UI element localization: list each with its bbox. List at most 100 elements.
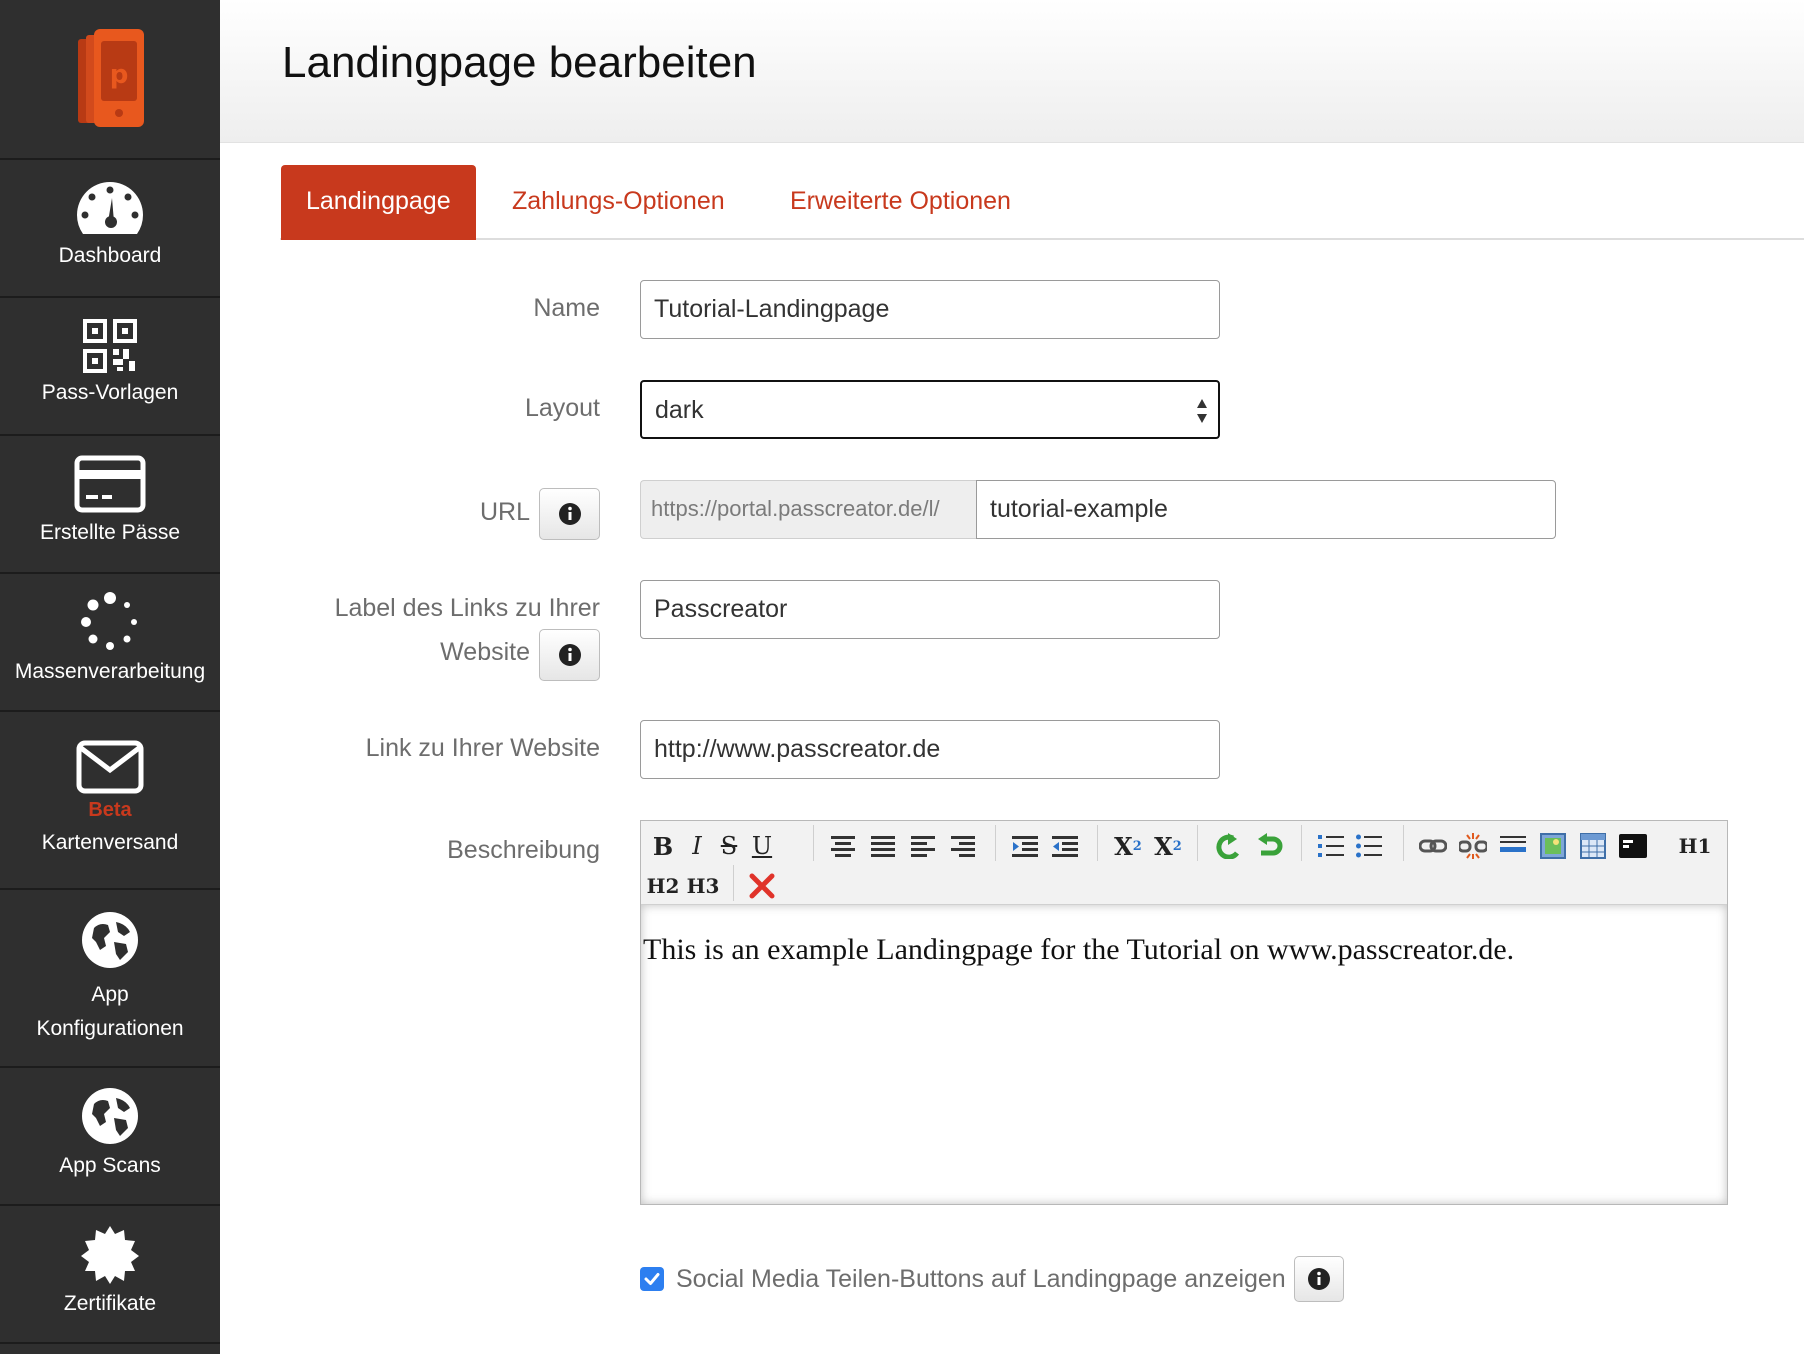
ordered-list-icon (1318, 835, 1344, 857)
qr-code-icon (83, 319, 137, 373)
html-source-button[interactable] (1617, 829, 1649, 863)
info-icon (1307, 1268, 1330, 1290)
layout-select[interactable]: dark (640, 380, 1220, 439)
align-center-icon (831, 836, 855, 857)
unlink-button[interactable] (1457, 829, 1489, 863)
url-input[interactable]: tutorial-example (976, 480, 1556, 539)
toolbar-separator (1301, 825, 1302, 861)
passcreator-logo-icon: p (78, 29, 144, 127)
heading-1-button[interactable]: H1 (1675, 829, 1715, 863)
info-icon (558, 644, 581, 666)
social-media-checkbox[interactable] (640, 1267, 664, 1291)
description-label: Beschreibung (447, 836, 600, 864)
envelope-icon (76, 740, 144, 794)
sidebar-item-pass-vorlagen[interactable]: Pass-Vorlagen (0, 298, 220, 436)
ordered-list-button[interactable] (1315, 829, 1347, 863)
redo-button[interactable] (1253, 829, 1285, 863)
link-button[interactable] (1417, 829, 1449, 863)
social-media-option: Social Media Teilen-Buttons auf Landingp… (640, 1256, 1344, 1302)
card-icon (74, 455, 146, 513)
align-left-icon (911, 836, 935, 857)
sidebar-item-label-line2: Konfigurationen (36, 1017, 184, 1040)
sidebar-item-erstellte-paesse[interactable]: Erstellte Pässe (0, 436, 220, 574)
sidebar-item-massenverarbeitung[interactable]: Massenverarbeitung (0, 574, 220, 712)
indent-icon (1012, 836, 1038, 857)
toolbar-separator (1197, 825, 1198, 861)
spinner-icon (81, 592, 137, 650)
sidebar-item-app-konfigurationen[interactable]: App Konfigurationen (0, 890, 220, 1068)
table-icon (1580, 833, 1606, 859)
dashboard-icon (76, 182, 144, 234)
website-label: Link zu Ihrer Website (365, 734, 600, 762)
sidebar-item-label: App (91, 983, 129, 1006)
rich-text-editor: B I S U X2 X2 H1 H2 H3 This is an exampl… (640, 820, 1728, 1205)
strikethrough-button[interactable]: S (713, 829, 745, 863)
select-arrows-icon (1197, 399, 1207, 423)
superscript-label: X (1154, 831, 1173, 861)
layout-label: Layout (524, 394, 600, 422)
indent-button[interactable] (1009, 829, 1041, 863)
sidebar-item-label: Massenverarbeitung (14, 660, 206, 683)
align-justify-icon (871, 836, 895, 857)
toolbar-separator (1403, 825, 1404, 861)
sidebar: p Dashboard Pass-Vorlagen Erstellte Päss… (0, 0, 220, 1354)
bold-button[interactable]: B (647, 829, 679, 863)
sidebar-item-label: Kartenversand (41, 831, 179, 854)
align-justify-button[interactable] (867, 829, 899, 863)
sidebar-item-label: Pass-Vorlagen (41, 381, 179, 404)
undo-button[interactable] (1213, 829, 1245, 863)
globe-icon (82, 912, 138, 968)
sidebar-item-label: App Scans (59, 1154, 161, 1177)
editor-content[interactable]: This is an example Landingpage for the T… (641, 905, 1727, 1204)
subscript-mark-icon: 2 (1132, 838, 1142, 854)
align-right-icon (951, 836, 975, 857)
checkmark-icon (644, 1273, 660, 1285)
name-input[interactable]: Tutorial-Landingpage (640, 280, 1220, 339)
underline-button[interactable]: U (747, 829, 777, 863)
unordered-list-icon (1356, 834, 1382, 858)
tab-erweiterte-optionen[interactable]: Erweiterte Optionen (790, 165, 1011, 240)
close-icon (749, 873, 775, 899)
redo-icon (1258, 833, 1283, 856)
tab-landingpage[interactable]: Landingpage (281, 165, 476, 240)
link-icon (1419, 839, 1447, 853)
italic-button[interactable]: I (683, 829, 711, 863)
logo[interactable]: p (0, 0, 220, 160)
url-info-button[interactable] (539, 488, 600, 540)
social-media-label: Social Media Teilen-Buttons auf Landingp… (676, 1264, 1286, 1293)
horizontal-rule-icon (1500, 836, 1526, 852)
sidebar-item-app-scans[interactable]: App Scans (0, 1068, 220, 1206)
code-icon (1619, 834, 1647, 858)
align-left-button[interactable] (907, 829, 939, 863)
outdent-button[interactable] (1049, 829, 1081, 863)
sidebar-item-dashboard[interactable]: Dashboard (0, 160, 220, 298)
toolbar-separator (995, 825, 996, 861)
svg-text:p: p (110, 60, 129, 90)
link-label-input[interactable]: Passcreator (640, 580, 1220, 639)
website-input[interactable]: http://www.passcreator.de (640, 720, 1220, 779)
align-right-button[interactable] (947, 829, 979, 863)
heading-2-button[interactable]: H2 (645, 869, 681, 903)
url-label: URL (479, 498, 530, 526)
sidebar-item-label: Zertifikate (63, 1292, 157, 1315)
unordered-list-button[interactable] (1353, 829, 1385, 863)
link-label-label: Label des Links zu Ihrer (334, 594, 600, 622)
sidebar-item-zertifikate[interactable]: Zertifikate (0, 1206, 220, 1344)
align-center-button[interactable] (827, 829, 859, 863)
url-prefix: https://portal.passcreator.de/l/ (640, 480, 976, 539)
subscript-button[interactable]: X2 (1111, 829, 1145, 863)
tab-zahlungs-optionen[interactable]: Zahlungs-Optionen (512, 165, 725, 240)
superscript-button[interactable]: X2 (1151, 829, 1185, 863)
sidebar-item-label: Erstellte Pässe (39, 521, 181, 544)
sidebar-item-kartenversand[interactable]: Beta Kartenversand (0, 712, 220, 890)
horizontal-rule-button[interactable] (1497, 829, 1529, 863)
social-media-info-button[interactable] (1293, 1256, 1344, 1302)
insert-image-button[interactable] (1537, 829, 1569, 863)
link-label-label-line2: Website (440, 638, 530, 666)
link-label-info-button[interactable] (539, 629, 600, 681)
heading-3-button[interactable]: H3 (685, 869, 721, 903)
insert-table-button[interactable] (1577, 829, 1609, 863)
remove-formatting-button[interactable] (745, 869, 779, 903)
certificate-icon (81, 1226, 139, 1284)
sidebar-item-label: Dashboard (58, 244, 162, 267)
